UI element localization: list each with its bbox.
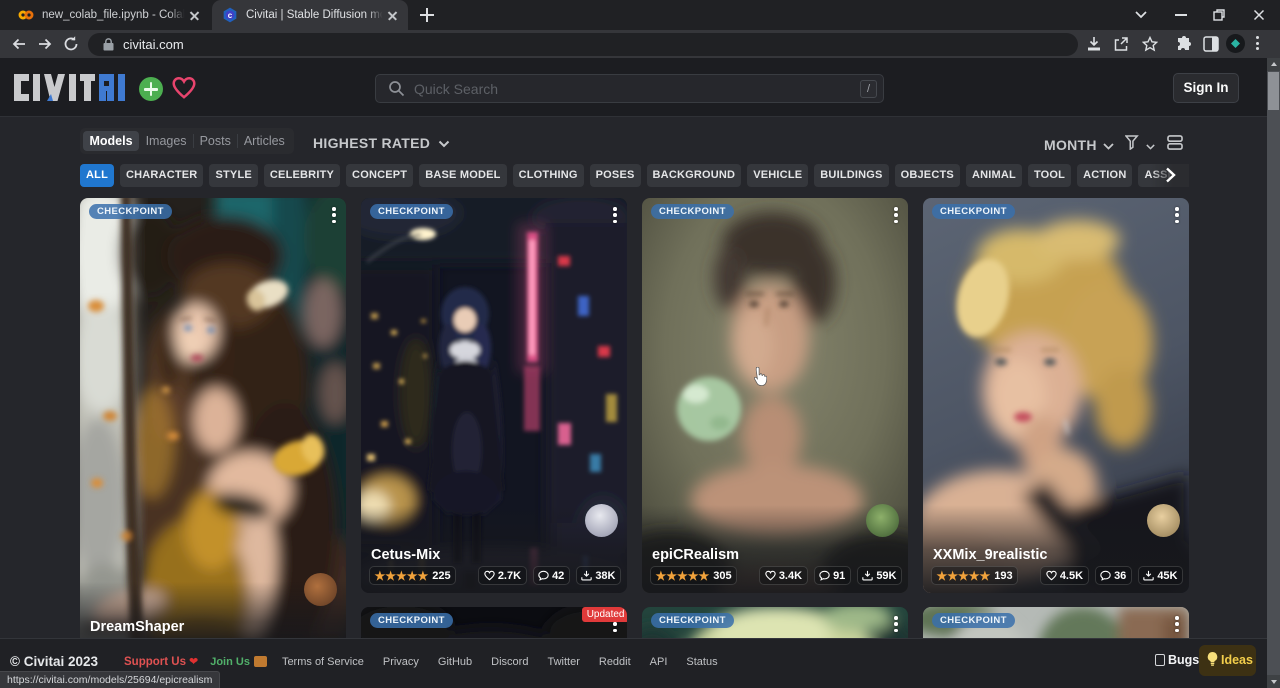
svg-text:c: c — [228, 11, 233, 20]
